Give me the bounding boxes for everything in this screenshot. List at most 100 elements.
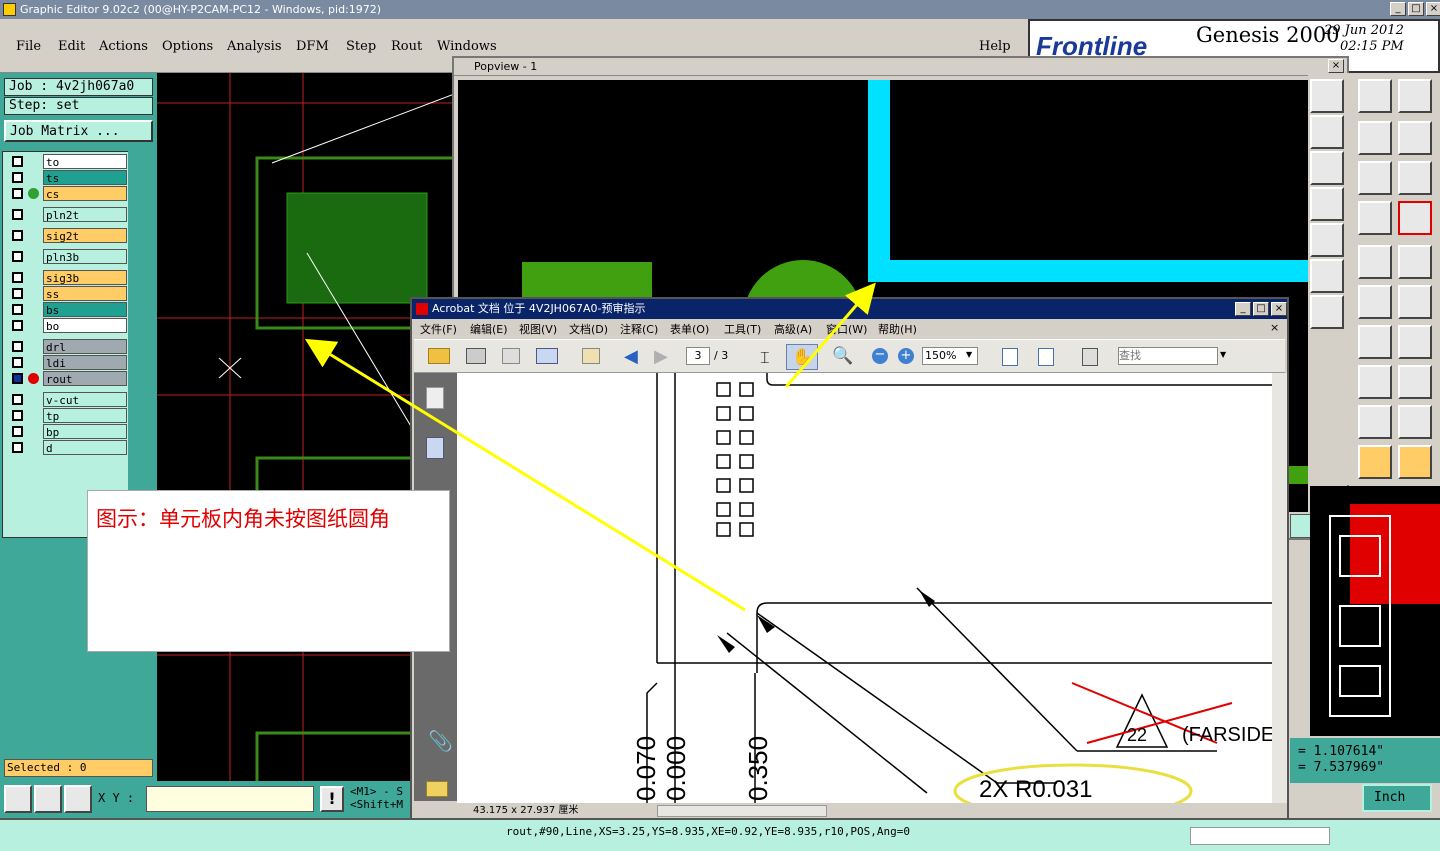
- acrobat-menu-edit[interactable]: 编辑(E): [470, 321, 508, 337]
- layer-row-drl[interactable]: drl: [9, 339, 127, 354]
- zoom-in-icon[interactable]: +: [898, 348, 914, 364]
- layer-row-bs[interactable]: bs: [9, 302, 127, 317]
- job-matrix-button[interactable]: Job Matrix ...: [4, 120, 153, 142]
- layer-checkbox[interactable]: [12, 251, 23, 262]
- acrobat-menu-forms[interactable]: 表单(O): [670, 321, 709, 337]
- angle-icon[interactable]: [34, 785, 62, 813]
- window-icon[interactable]: [1398, 79, 1432, 113]
- units-button[interactable]: Inch: [1362, 784, 1432, 812]
- layer-list-scroll-area[interactable]: [128, 151, 154, 538]
- search-dropdown-icon[interactable]: ▼: [1220, 350, 1226, 359]
- pages-icon[interactable]: [426, 387, 444, 409]
- rotate-icon[interactable]: [1358, 325, 1392, 359]
- layer-checkbox[interactable]: [12, 156, 23, 167]
- layer-row-ts[interactable]: ts: [9, 170, 127, 185]
- snap-grid-icon[interactable]: [4, 785, 32, 813]
- fit-width-icon[interactable]: [1038, 348, 1054, 366]
- acrobat-menu-file[interactable]: 文件(F): [420, 321, 457, 337]
- layer-row-pln2t[interactable]: pln2t: [9, 207, 127, 222]
- layer-checkbox[interactable]: [12, 394, 23, 405]
- save-icon[interactable]: [502, 348, 520, 364]
- measure-icon[interactable]: [1358, 285, 1392, 319]
- open-folder-icon[interactable]: [428, 348, 450, 364]
- pdf-vertical-scrollbar[interactable]: [1272, 373, 1287, 803]
- attachments-icon[interactable]: 📎: [428, 729, 453, 753]
- arc-icon[interactable]: [1358, 405, 1392, 439]
- layer-row-bo[interactable]: bo: [9, 318, 127, 333]
- menu-dfm[interactable]: DFM: [296, 39, 329, 54]
- traffic-light-icon[interactable]: [1358, 201, 1392, 235]
- layer-checkbox[interactable]: [12, 188, 23, 199]
- hand-tool-icon[interactable]: ✋: [786, 344, 818, 370]
- layer-up-tool[interactable]: [1310, 115, 1344, 149]
- export-left-tool[interactable]: [1310, 187, 1344, 221]
- menu-actions[interactable]: Actions: [99, 39, 148, 54]
- ime-tray[interactable]: [1190, 827, 1330, 845]
- menu-rout[interactable]: Rout: [391, 39, 422, 54]
- snake-icon[interactable]: [1398, 121, 1432, 155]
- alert-icon[interactable]: !: [320, 786, 344, 812]
- layer-checkbox[interactable]: [12, 288, 23, 299]
- print-icon[interactable]: [466, 348, 486, 364]
- overview-map[interactable]: [1310, 486, 1440, 736]
- previous-page-icon[interactable]: ◀: [624, 346, 638, 367]
- menu-help[interactable]: Help: [979, 39, 1011, 54]
- zoom-window-tool[interactable]: [1310, 79, 1344, 113]
- email-icon[interactable]: [536, 348, 558, 364]
- bookmarks-icon[interactable]: [426, 437, 444, 459]
- acrobat-maximize-button[interactable]: □: [1253, 302, 1269, 316]
- layer-checkbox[interactable]: [12, 272, 23, 283]
- scale-icon[interactable]: [1358, 161, 1392, 195]
- pdf-page[interactable]: 0.070 0.000 0.350 2X R0.031 22 (FARSIDE: [457, 373, 1272, 803]
- layer-checkbox[interactable]: [12, 357, 23, 368]
- snap-icon[interactable]: [1358, 365, 1392, 399]
- page-layout-icon[interactable]: [1082, 348, 1098, 366]
- layer-checkbox[interactable]: [12, 320, 23, 331]
- measure-alt-icon[interactable]: [1398, 285, 1432, 319]
- pointer-icon[interactable]: [1358, 445, 1392, 479]
- acrobat-menu-comments[interactable]: 注释(C): [620, 321, 658, 337]
- search-input[interactable]: [1118, 347, 1218, 365]
- select-text-icon[interactable]: ⌶: [760, 348, 770, 368]
- close-button[interactable]: ×: [1426, 2, 1440, 16]
- layer-row-d[interactable]: d: [9, 440, 127, 455]
- zoom-dropdown-icon[interactable]: ▼: [966, 350, 972, 359]
- layer-checkbox[interactable]: [12, 373, 23, 384]
- comments-icon[interactable]: [426, 781, 448, 797]
- layer-checkbox[interactable]: [12, 304, 23, 315]
- fit-page-icon[interactable]: [1002, 348, 1018, 366]
- acrobat-doc-close-icon[interactable]: ×: [1270, 321, 1279, 334]
- layer-row-cs[interactable]: cs: [9, 186, 127, 201]
- acrobat-minimize-button[interactable]: _: [1235, 302, 1251, 316]
- grid-icon[interactable]: [64, 785, 92, 813]
- acrobat-window[interactable]: Acrobat 文档 位于 4V2JH067A0-预审指示 _ □ × 文件(F…: [410, 297, 1289, 821]
- next-page-icon[interactable]: ▶: [654, 346, 668, 367]
- layer-row-pln3b[interactable]: pln3b: [9, 249, 127, 264]
- ruler-icon[interactable]: [1358, 245, 1392, 279]
- menu-analysis[interactable]: Analysis: [227, 39, 282, 54]
- layer-checkbox[interactable]: [12, 426, 23, 437]
- zoom-out-icon[interactable]: −: [872, 348, 888, 364]
- home-icon[interactable]: [1358, 79, 1392, 113]
- layer-checkbox[interactable]: [12, 341, 23, 352]
- maximize-button[interactable]: □: [1408, 2, 1424, 16]
- acrobat-close-button[interactable]: ×: [1271, 302, 1287, 316]
- select-path-icon[interactable]: [1398, 445, 1432, 479]
- layer-down-tool[interactable]: [1310, 151, 1344, 185]
- properties-icon[interactable]: [582, 348, 600, 364]
- flip-icon[interactable]: [1398, 325, 1432, 359]
- acrobat-menu-tools[interactable]: 工具(T): [724, 321, 761, 337]
- page-number-input[interactable]: 3: [686, 347, 710, 365]
- menu-step[interactable]: Step: [346, 39, 376, 54]
- menu-windows[interactable]: Windows: [437, 39, 497, 54]
- shapes-icon[interactable]: [1398, 365, 1432, 399]
- arc-alt-icon[interactable]: [1398, 405, 1432, 439]
- pdf-horizontal-scrollbar[interactable]: [657, 805, 827, 817]
- layer-row-rout[interactable]: rout: [9, 371, 127, 386]
- menu-options[interactable]: Options: [162, 39, 213, 54]
- acrobat-menu-document[interactable]: 文档(D): [569, 321, 608, 337]
- traffic-light-active-icon[interactable]: [1398, 201, 1432, 235]
- acrobat-menu-help[interactable]: 帮助(H): [878, 321, 917, 337]
- square-icon[interactable]: [1398, 245, 1432, 279]
- help-icon[interactable]: [1398, 161, 1432, 195]
